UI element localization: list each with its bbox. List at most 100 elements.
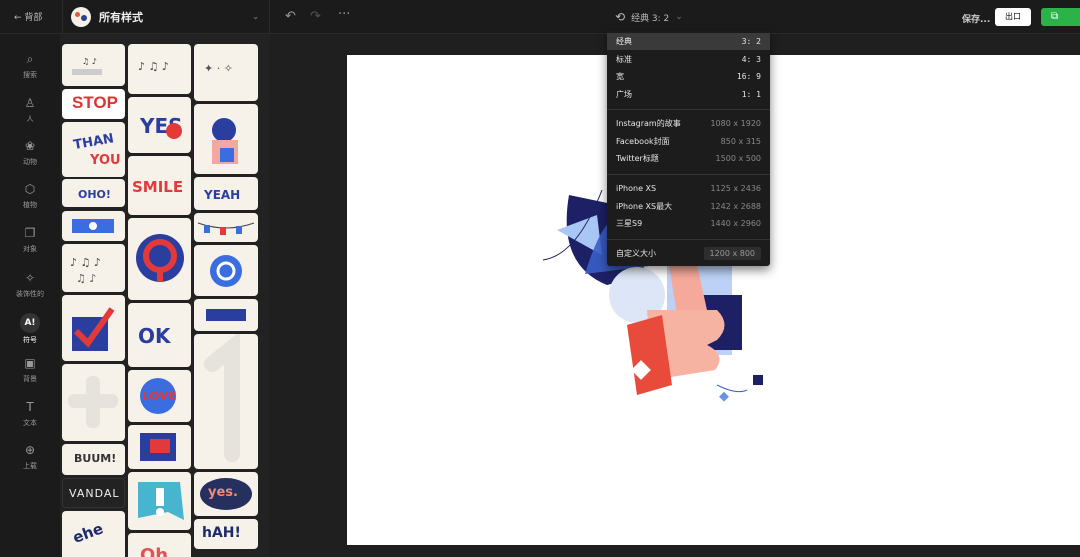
nav-item-4[interactable]: ⬡ 植物: [0, 182, 60, 210]
text-icon: T: [26, 400, 34, 414]
share-button[interactable]: ⧉: [1041, 8, 1080, 26]
ok-sticker: OK: [138, 324, 172, 348]
sticker-tile[interactable]: LOVE: [128, 370, 191, 422]
number-one-sticker: [204, 334, 240, 462]
size-label: 经典 3: 2: [631, 13, 670, 24]
girl-sticker: [212, 118, 238, 164]
sticker-tile[interactable]: [128, 218, 191, 300]
copy-icon: ❐: [24, 226, 36, 240]
tape-sticker: [206, 309, 246, 321]
sticker-tile[interactable]: ehe: [62, 511, 125, 557]
size-option[interactable]: iPhone XS 1125 x 2436: [607, 180, 770, 197]
box-sticker: [140, 433, 176, 461]
sticker-tile[interactable]: YES: [128, 97, 191, 153]
nav-item-10[interactable]: ⊕ 上载: [0, 443, 60, 471]
object-icon: ⬡: [24, 182, 36, 196]
nav-item-5[interactable]: ❐ 对象: [0, 226, 60, 254]
size-option[interactable]: 三星S9 1440 x 2960: [607, 215, 770, 232]
nav-item-8[interactable]: ▣ 背景: [0, 356, 60, 384]
size-option-label: Instagram的故事: [616, 119, 681, 128]
export-button[interactable]: 出口: [995, 8, 1031, 26]
redo-icon[interactable]: ↷: [310, 9, 321, 24]
symbol-icon: A!: [20, 313, 40, 333]
collection-selector[interactable]: 所有样式 ⌄: [62, 0, 270, 34]
sticker-tile[interactable]: ✦ · ✧: [194, 44, 258, 101]
nav-item-7[interactable]: A! 符号: [0, 310, 60, 345]
size-option[interactable]: Instagram的故事 1080 x 1920: [607, 115, 770, 132]
search-icon: ⌕: [26, 52, 34, 66]
size-option-value: 1125 x 2436: [710, 184, 761, 193]
nav-item-label: 植物: [23, 201, 37, 209]
divider: [607, 174, 770, 175]
svg-text:ehe: ehe: [70, 519, 105, 547]
svg-text:THAN: THAN: [72, 131, 115, 153]
back-label: ← 背部: [14, 13, 43, 23]
sticker-tile[interactable]: ♫ ♪: [62, 44, 125, 86]
undo-icon[interactable]: ↶: [285, 9, 296, 24]
sticker-tile[interactable]: yes.: [194, 472, 258, 516]
image-icon: ▣: [24, 356, 36, 370]
size-option[interactable]: 经典 3: 2: [607, 33, 770, 50]
size-option-value: 16: 9: [736, 72, 761, 81]
nav-item-3[interactable]: ❀ 动物: [0, 139, 60, 167]
sticker-tile[interactable]: hAH!: [194, 519, 258, 549]
notes-sticker: ♪ ♫ ♪: [138, 60, 169, 73]
nav-item-9[interactable]: T 文本: [0, 400, 60, 428]
sticker-tile[interactable]: [194, 104, 258, 174]
size-option[interactable]: Twitter标题 1500 x 500: [607, 150, 770, 167]
ehe-sticker: ehe: [70, 519, 105, 547]
stop-text: STOP: [72, 93, 118, 112]
size-option[interactable]: 标准 4: 3: [607, 51, 770, 68]
sticker-panel: ♫ ♪ STOP THAN YOU OHO! ♪ ♫ ♪ ♫ ♪ BUUM! VAN…: [60, 34, 270, 557]
sticker-tile[interactable]: ♪ ♫ ♪ ♫ ♪: [62, 244, 125, 292]
saving-status: 保存...: [962, 15, 991, 25]
sticker-tile[interactable]: [194, 334, 258, 469]
svg-text:Oh: Oh: [140, 545, 168, 557]
chevron-down-icon: ⌄: [252, 12, 259, 21]
sticker-tile[interactable]: [62, 364, 125, 441]
svg-text:✦ · ✧: ✦ · ✧: [204, 62, 233, 75]
plus-sticker: [68, 376, 118, 428]
svg-text:♪ ♫ ♪: ♪ ♫ ♪: [138, 60, 169, 73]
sticker-tile[interactable]: SMILE: [128, 156, 191, 215]
sticker-tile[interactable]: YEAH: [194, 177, 258, 210]
sticker-tile[interactable]: [194, 213, 258, 242]
size-option-value: 1: 1: [741, 89, 761, 99]
size-option[interactable]: Facebook封面 850 x 315: [607, 133, 770, 150]
sticker-tile[interactable]: [128, 472, 191, 530]
size-option[interactable]: 宽 16: 9: [607, 68, 770, 85]
share-icon: ⧉: [1051, 11, 1059, 22]
custom-size-option[interactable]: 自定义大小 1200 x 800: [607, 245, 770, 262]
size-option[interactable]: iPhone XS最大 1242 x 2688: [607, 198, 770, 215]
sticker-tile[interactable]: [194, 299, 258, 331]
back-button[interactable]: ← 背部: [14, 10, 42, 23]
sticker-tile[interactable]: OHO!: [62, 179, 125, 207]
more-icon[interactable]: ···: [338, 7, 350, 22]
sticker-tile[interactable]: ♪ ♫ ♪: [128, 44, 191, 94]
custom-size-label: 自定义大小: [616, 249, 656, 258]
nav-item-label: 符号: [23, 336, 37, 344]
hah-text: hAH!: [202, 525, 241, 541]
svg-text:♪ ♫ ♪: ♪ ♫ ♪: [70, 256, 101, 269]
sticker-tile[interactable]: [194, 245, 258, 296]
sticker-tile[interactable]: Oh: [128, 533, 191, 557]
size-option-value: 1500 x 500: [715, 154, 761, 163]
sticker-tile[interactable]: VANDAL: [62, 478, 125, 508]
sticker-tile[interactable]: BUUM!: [62, 444, 125, 475]
sparkle-icon: ✧: [24, 271, 36, 285]
sticker-tile[interactable]: THAN YOU: [62, 122, 125, 177]
sticker-tile[interactable]: OK: [128, 303, 191, 367]
size-picker[interactable]: ⟲ 经典 3: 2 ⌄: [615, 10, 683, 24]
sticker-tile[interactable]: [62, 211, 125, 241]
custom-size-input[interactable]: 1200 x 800: [703, 247, 761, 260]
size-option-label: Facebook封面: [616, 136, 670, 146]
size-option-value: 4: 3: [741, 54, 761, 64]
nav-item-6[interactable]: ✧ 装饰性的: [0, 271, 60, 299]
nav-item-2[interactable]: ♙ 人: [0, 96, 60, 124]
sticker-tile[interactable]: [62, 295, 125, 361]
nav-item-1[interactable]: ⌕ 搜索: [0, 52, 60, 80]
size-dropdown: 经典 3: 2 标准 4: 3 宽 16: 9 广场 1: 1 Instagram的故事 1080…: [607, 31, 770, 266]
size-option[interactable]: 广场 1: 1: [607, 86, 770, 103]
sticker-tile-stop[interactable]: STOP: [62, 89, 125, 119]
sticker-tile[interactable]: [128, 425, 191, 469]
